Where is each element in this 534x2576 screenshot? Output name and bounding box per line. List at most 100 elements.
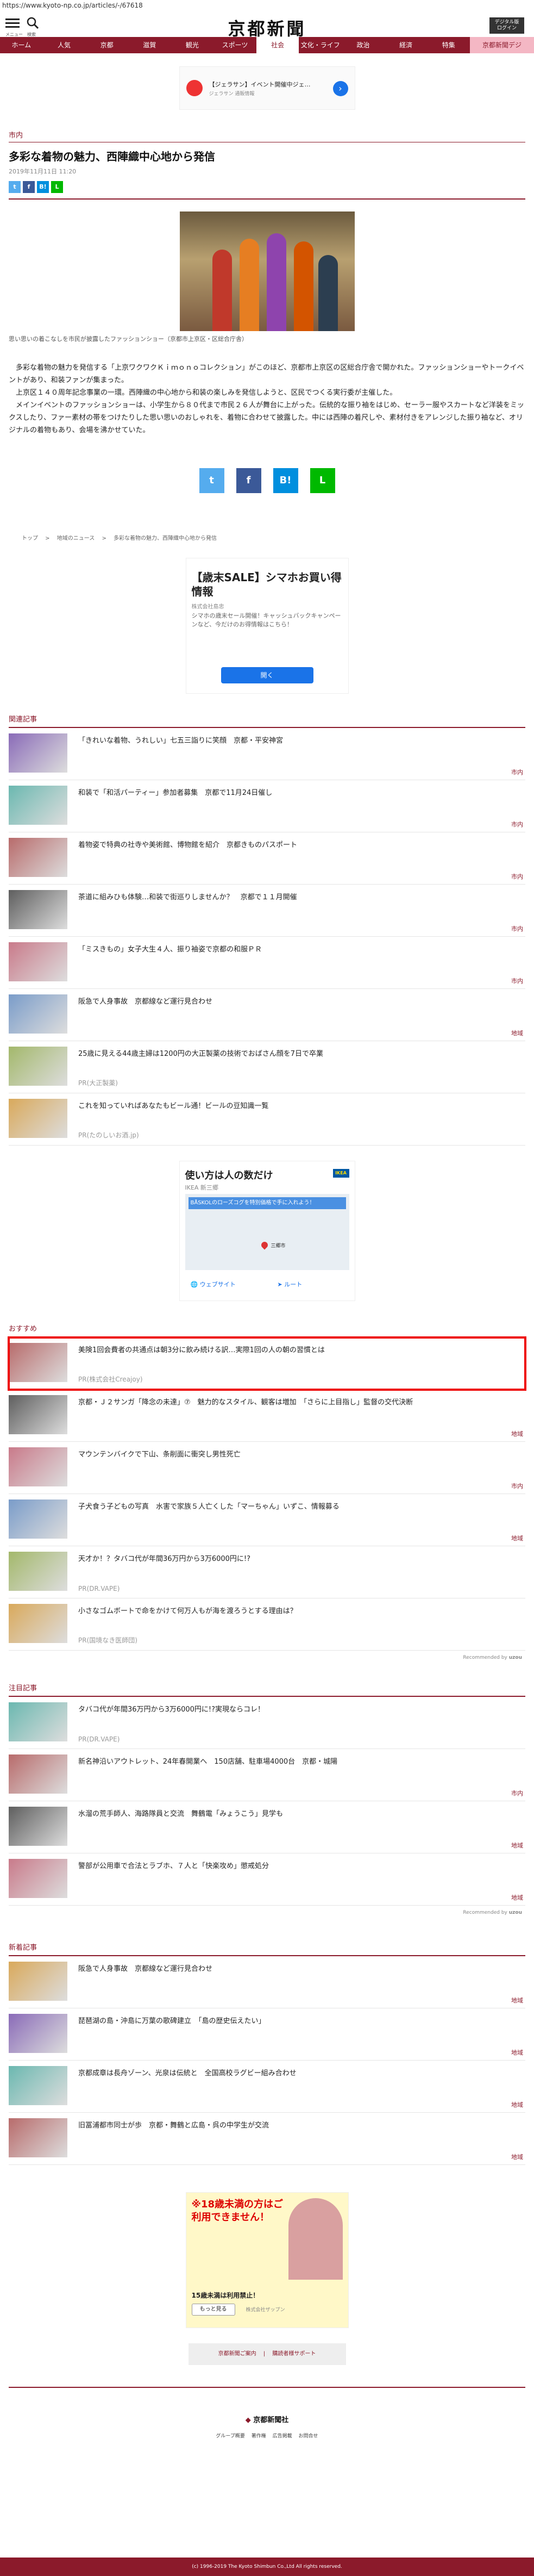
list-item-title: 水溜の荒手師人、海路隊員と交流 舞鶴電「みょうこう」見学も bbox=[78, 1810, 284, 1818]
article-category[interactable]: 市内 bbox=[9, 129, 534, 140]
list-item[interactable]: 子犬食う子どもの写真 水害で家族５人亡くした「マーちゃん」いずこ、情報募る 地域 bbox=[9, 1494, 525, 1546]
breadcrumb-item[interactable]: 地域のニュース bbox=[57, 536, 95, 542]
list-item-tag: 地域 bbox=[511, 1030, 523, 1037]
uzou-logo: uzou bbox=[508, 1655, 522, 1660]
photo-caption: 思い思いの着こなしを市民が披露したファッションショー（京都市上京区・区総合庁舎） bbox=[9, 335, 248, 343]
article-paragraph: メインイベントのファッションショーは、小学生から８０代まで市民２６人が舞台に上が… bbox=[9, 401, 525, 434]
list-item-tag: 地域 bbox=[511, 1842, 523, 1849]
list-item[interactable]: 着物姿で特典の社寺や美術館、博物館を紹介 京都きものパスポート 市内 bbox=[9, 832, 525, 885]
thumbnail-image bbox=[9, 942, 67, 981]
ad-route-link[interactable]: ➤ ルート bbox=[278, 1280, 303, 1289]
footer-link[interactable]: 購読者様サポート bbox=[272, 2351, 316, 2357]
map-ad[interactable]: 使い方は人の数だけ IKEA IKEA 新三郷 BÅSKOLのローズコグを特別価… bbox=[179, 1161, 355, 1301]
top-ad-banner[interactable]: 【ジェラサン】イベント開催中ジェ… ジェラサン 通販情報 › bbox=[179, 66, 355, 110]
article-date: 2019年11月11日 11:20 bbox=[9, 168, 77, 175]
thumbnail-image bbox=[9, 1499, 67, 1539]
ad-go-icon[interactable]: › bbox=[332, 81, 348, 96]
list-item[interactable]: 阪急で人身事故 京都線など運行見合わせ 地域 bbox=[9, 989, 525, 1041]
list-item-title: 子犬食う子どもの写真 水害で家族５人亡くした「マーちゃん」いずこ、情報募る bbox=[78, 1503, 340, 1511]
ad-subtitle: IKEA 新三郷 bbox=[185, 1184, 218, 1191]
map-area[interactable]: BÅSKOLのローズコグを特別価格で手に入れよう！ 三郷市 bbox=[185, 1194, 349, 1270]
list-item-tag: 市内 bbox=[511, 978, 523, 985]
list-item-title: 阪急で人身事故 京都線など運行見合わせ bbox=[78, 1965, 213, 1973]
sponsored-label: PR(国境なき医師団) bbox=[78, 1637, 137, 1644]
recommended-by-text: Recommended by bbox=[463, 1655, 507, 1660]
list-item-tag: 地域 bbox=[511, 1894, 523, 1901]
footer-sub-link[interactable]: お問合せ bbox=[299, 2434, 318, 2439]
footer-logo[interactable]: ◆ 京都新聞社 bbox=[0, 2414, 534, 2424]
twitter-icon[interactable]: t bbox=[199, 468, 224, 493]
breadcrumb-item[interactable]: トップ bbox=[22, 536, 38, 542]
footer-sub-link[interactable]: 著作権 bbox=[252, 2434, 266, 2439]
ad-more-button[interactable]: もっと見る bbox=[191, 2304, 235, 2316]
list-item-title: 和装で「和活パーティー」参加者募集 京都で11月24日催し bbox=[78, 789, 273, 797]
thumbnail-image bbox=[9, 1343, 67, 1382]
article-photo bbox=[179, 211, 355, 331]
list-item[interactable]: マウンテンバイクで下山、条削面に衝突し男性死亡 市内 bbox=[9, 1442, 525, 1494]
line-icon[interactable]: L bbox=[51, 181, 63, 193]
list-item-title: 「ミスきもの」女子大生４人、振り袖姿で京都の和服ＰＲ bbox=[78, 945, 262, 954]
thumbnail-image bbox=[9, 1702, 67, 1741]
list-item[interactable]: 25歳に見える44歳主婦は1200円の大正製薬の技術でおばさん顔を7日で卒業 PR… bbox=[9, 1041, 525, 1093]
list-item[interactable]: 美険1回会費者の共通点は朝3分に飲み続ける訳…実際1回の人の朝の習慣とは PR(株… bbox=[8, 1336, 526, 1391]
facebook-icon[interactable]: f bbox=[236, 468, 261, 493]
ad-subtitle: ジェラサン 通販情報 bbox=[209, 91, 255, 97]
recommended-by-text: Recommended by bbox=[463, 1910, 507, 1915]
article-body: 多彩な着物の魅力を発信する「上京ワクワクＫｉｍｏｎｏコレクション」がこのほど、京… bbox=[9, 362, 525, 437]
sponsored-label: PR(DR.VAPE) bbox=[78, 1735, 120, 1743]
list-item[interactable]: 警部が公用車で合法とラブホ、７人と「快楽攻め」懲戒処分 地域 bbox=[9, 1853, 525, 1906]
list-item[interactable]: 天才か！？タバコ代が年間36万円から3万6000円に!? PR(DR.VAPE) bbox=[9, 1546, 525, 1598]
breadcrumb-separator: > bbox=[40, 536, 55, 542]
list-item[interactable]: 阪急で人身事故 京都線など運行見合わせ地域 bbox=[9, 1956, 525, 2008]
ad-headline: ※18歳未満の方はご利用できません！ bbox=[191, 2199, 284, 2223]
ad-subtitle: 15歳未満は利用禁止！ bbox=[191, 2292, 260, 2299]
featured-list: タバコ代が年間36万円から3万6000円に!?実現ならコレ！ PR(DR.VAPE… bbox=[9, 1697, 525, 1906]
site-logo[interactable]: 京都新聞 bbox=[0, 15, 534, 40]
ad-website-link-label: ウェブサイト bbox=[199, 1281, 236, 1288]
hatena-icon[interactable]: B! bbox=[273, 468, 298, 493]
list-item[interactable]: タバコ代が年間36万円から3万6000円に!?実現ならコレ！ PR(DR.VAPE… bbox=[9, 1697, 525, 1749]
mid-ad[interactable]: 【歳末SALE】シマホお買い得情報 株式会社島忠 シマホの歳末セール開催！キャッ… bbox=[185, 558, 349, 694]
list-item[interactable]: 水溜の荒手師人、海路隊員と交流 舞鶴電「みょうこう」見学も地域 bbox=[9, 1801, 525, 1853]
list-item[interactable]: 茶道に組みひも体験…和装で街巡りしませんか？ 京都で１１月開催 市内 bbox=[9, 885, 525, 937]
list-item-tag: 地域 bbox=[511, 1997, 523, 2004]
footer-sub-link[interactable]: 広告掲載 bbox=[273, 2434, 292, 2439]
uzou-logo: uzou bbox=[508, 1910, 522, 1915]
list-item-title: 新名神沿いアウトレット、24年春開業へ 150店舗、駐車場4000台 京都・城陽 bbox=[78, 1758, 338, 1766]
thumbnail-image bbox=[9, 1807, 67, 1846]
list-item[interactable]: 小さなゴムボートで命をかけて何万人もが海を渡ろうとする理由は？ PR(国境なき医師… bbox=[9, 1598, 525, 1651]
thumbnail-image bbox=[9, 786, 67, 825]
digital-login-button[interactable]: デジタル版 ログイン bbox=[489, 17, 524, 34]
footer-link[interactable]: 京都新聞ご案内 bbox=[218, 2351, 256, 2357]
list-item[interactable]: 琵琶湖の島・沖島に万葉の歌碑建立 「島の歴史伝えたい」 地域 bbox=[9, 2008, 525, 2061]
twitter-icon[interactable]: t bbox=[9, 181, 21, 193]
facebook-icon[interactable]: f bbox=[23, 181, 35, 193]
list-item[interactable]: 「ミスきもの」女子大生４人、振り袖姿で京都の和服ＰＲ 市内 bbox=[9, 937, 525, 989]
list-item[interactable]: これを知っていればあなたもビール通！ビールの豆知識一覧 PR(たのしいお酒.jp) bbox=[9, 1093, 525, 1146]
list-item[interactable]: 「きれいな着物、うれしい」七五三詣りに笑顔 京都・平安神宮 市内 bbox=[9, 728, 525, 780]
bottom-ad[interactable]: ※18歳未満の方はご利用できません！ 15歳未満は利用禁止！ もっと見る 株式会… bbox=[185, 2192, 349, 2328]
recommend-list: 美険1回会費者の共通点は朝3分に飲み続ける訳…実際1回の人の朝の習慣とは PR(株… bbox=[8, 1336, 526, 1651]
list-item[interactable]: 和装で「和活パーティー」参加者募集 京都で11月24日催し市内 bbox=[9, 780, 525, 832]
hatena-icon[interactable]: B! bbox=[37, 181, 49, 193]
latest-list: 阪急で人身事故 京都線など運行見合わせ 地域 琵琶湖の島・沖島に万葉の歌碑建立 「島… bbox=[9, 1956, 525, 2165]
list-item[interactable]: 京都成章は長舟ゾーン、光泉は伝統と 全国高校ラグビー組み合わせ 地域 bbox=[9, 2061, 525, 2113]
ad-body: シマホの歳末セール開催！キャッシュバックキャンペーンなど、今だけのお得情報はこち… bbox=[191, 612, 341, 628]
ad-website-link[interactable]: 🌐 ウェブサイト bbox=[191, 1280, 236, 1289]
ad-open-button[interactable]: 開く bbox=[221, 667, 313, 683]
list-item-tag: 市内 bbox=[511, 873, 523, 880]
footer-sub-link[interactable]: グループ概要 bbox=[216, 2434, 244, 2439]
list-item-tag: 地域 bbox=[511, 2101, 523, 2108]
thumbnail-image bbox=[9, 1099, 67, 1138]
share-buttons-top: t f B! L bbox=[9, 181, 525, 193]
related-list: 「きれいな着物、うれしい」七五三詣りに笑顔 京都・平安神宮 市内 和装で「和活パーテ… bbox=[9, 728, 525, 1146]
featured-heading: 注目記事 bbox=[9, 1682, 525, 1697]
sponsored-label: PR(大正製薬) bbox=[78, 1079, 118, 1087]
list-item[interactable]: 新名神沿いアウトレット、24年春開業へ 150店舗、駐車場4000台 京都・城陽… bbox=[9, 1749, 525, 1801]
list-item[interactable]: 京都・Ｊ２サンガ「降念の未達」⑦ 魅力的なスタイル、観客は増加 「さらに上目指し… bbox=[9, 1390, 525, 1442]
thumbnail-image bbox=[9, 2014, 67, 2053]
list-item[interactable]: 旧冨浦都市同士が歩 京都・舞鶴と広島・呉の中学生が交流 地域 bbox=[9, 2113, 525, 2165]
list-item-tag: 市内 bbox=[511, 821, 523, 828]
line-icon[interactable]: L bbox=[310, 468, 335, 493]
thumbnail-image bbox=[9, 994, 67, 1034]
